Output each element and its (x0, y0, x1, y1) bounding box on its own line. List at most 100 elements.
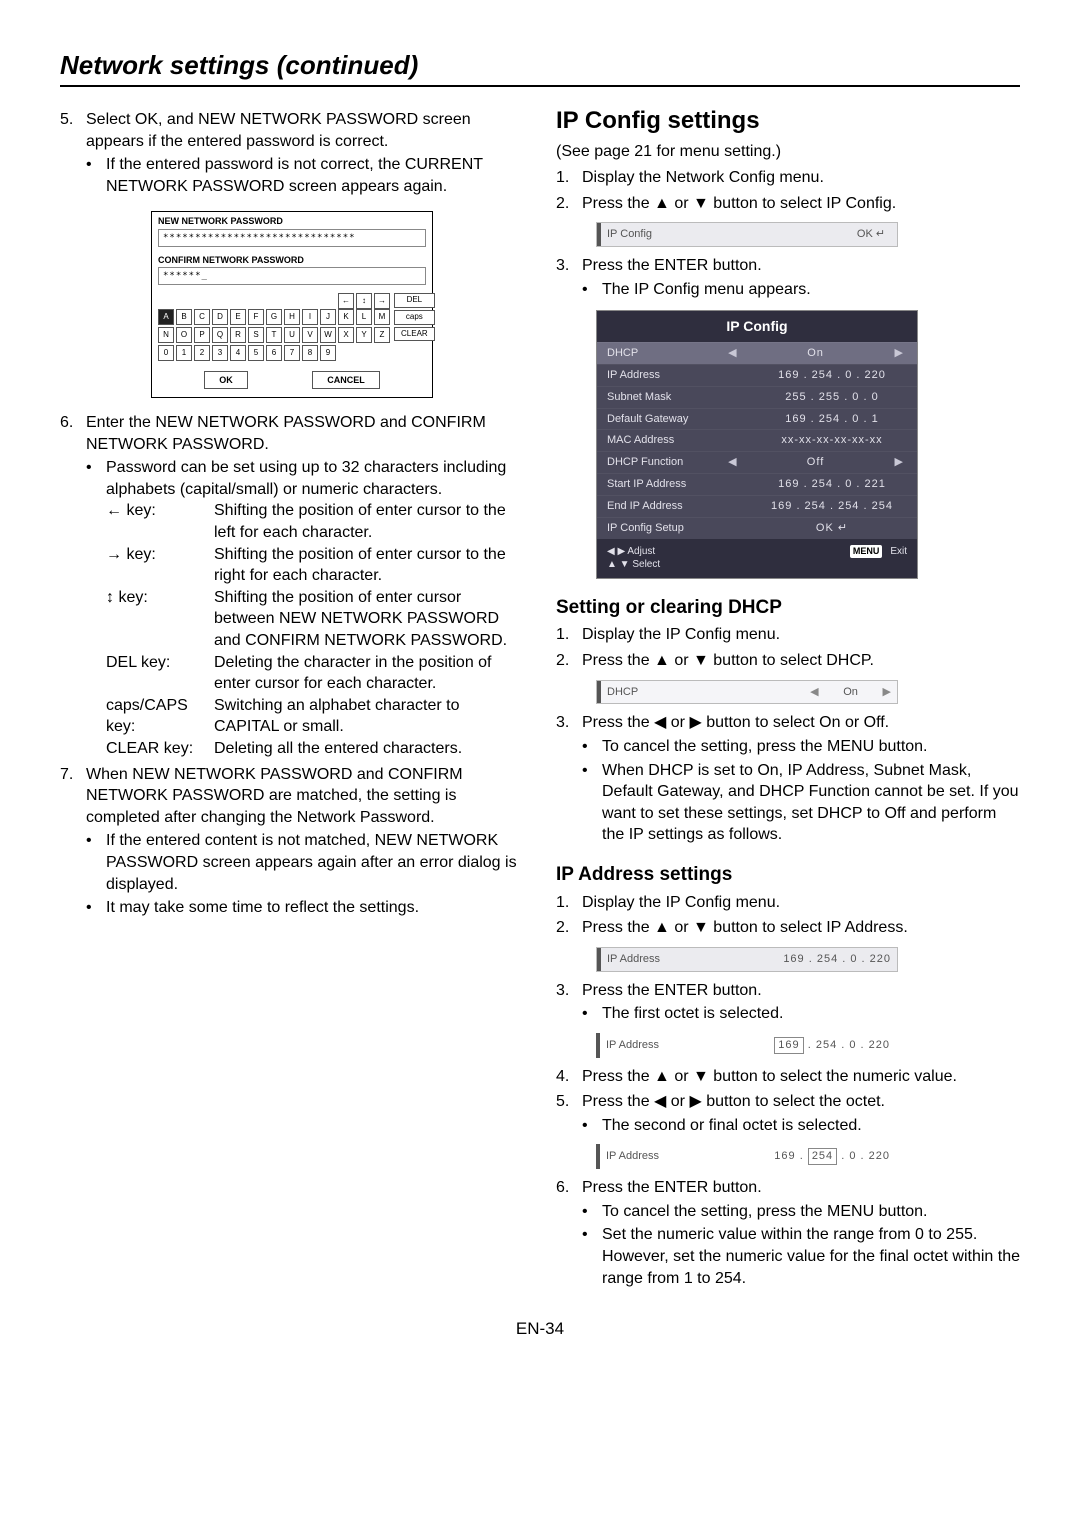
octet-box[interactable]: 254 (808, 1148, 837, 1165)
key-right-icon[interactable]: → (374, 293, 390, 309)
panel-row-val: On (741, 346, 891, 361)
keydesc: Shifting the position of enter cursor be… (214, 587, 524, 652)
i6-text: Press the ENTER button. (582, 1177, 762, 1199)
key[interactable]: Q (212, 327, 228, 343)
new-pw-field[interactable]: ****************************** (158, 229, 426, 247)
footer-adjust: ◀ ▶ Adjust (607, 545, 655, 559)
left-arrow-icon[interactable]: ◀ (804, 685, 824, 700)
key[interactable]: H (284, 309, 300, 325)
step5-num: 5. (60, 109, 86, 152)
menu-row-ip2[interactable]: IP Address 169 . 254 . 0 . 220 (596, 1033, 896, 1058)
key[interactable]: P (194, 327, 210, 343)
right-arrow-icon[interactable]: ▶ (891, 346, 907, 361)
i4-text: Press the ▲ or ▼ button to select the nu… (582, 1066, 957, 1088)
panel-row-dhcp[interactable]: DHCP ◀ On ▶ (597, 342, 917, 364)
octet-pre: 169 . (774, 1150, 803, 1162)
caps-button[interactable]: caps (394, 310, 435, 325)
page-number: EN-34 (60, 1319, 1020, 1339)
panel-row-name: DHCP (607, 346, 724, 361)
clear-button[interactable]: CLEAR (394, 327, 435, 342)
cancel-button[interactable]: CANCEL (312, 371, 380, 389)
panel-row[interactable]: DHCP Function ◀ Off ▶ (597, 451, 917, 473)
key[interactable]: N (158, 327, 174, 343)
menu-row-val: 169 . 254 . 0 . 220 (768, 1144, 896, 1169)
d2-text: Press the ▲ or ▼ button to select DHCP. (582, 650, 874, 672)
i3-bullet: The first octet is selected. (602, 1003, 1020, 1025)
panel-row[interactable]: IP Config SetupOK ↵ (597, 517, 917, 539)
key[interactable]: W (320, 327, 336, 343)
panel-row-val: 255 . 255 . 0 . 0 (757, 390, 907, 405)
right-arrow-icon[interactable]: ▶ (877, 685, 897, 700)
key[interactable]: 5 (248, 345, 264, 361)
menu-row-ipconfig[interactable]: IP Config OK ↵ (596, 222, 898, 247)
panel-row[interactable]: IP Address169 . 254 . 0 . 220 (597, 364, 917, 386)
key[interactable]: S (248, 327, 264, 343)
key[interactable]: A (158, 309, 174, 325)
step7-text: When NEW NETWORK PASSWORD and CONFIRM NE… (86, 764, 524, 829)
d3-b1: To cancel the setting, press the MENU bu… (602, 736, 1020, 758)
key[interactable]: 6 (266, 345, 282, 361)
key[interactable]: G (266, 309, 282, 325)
step6-bullet: Password can be set using up to 32 chara… (106, 457, 524, 500)
left-arrow-icon[interactable]: ◀ (724, 346, 740, 361)
key[interactable]: O (176, 327, 192, 343)
confirm-pw-field[interactable]: ******_ (158, 267, 426, 285)
bullet-icon: • (582, 760, 602, 846)
menu-row-ip1[interactable]: IP Address 169 . 254 . 0 . 220 (596, 947, 898, 972)
menu-row-ip3[interactable]: IP Address 169 . 254 . 0 . 220 (596, 1144, 896, 1169)
key[interactable]: I (302, 309, 318, 325)
i6-num: 6. (556, 1177, 582, 1199)
key-left-icon[interactable]: ← (338, 293, 354, 309)
key[interactable]: T (266, 327, 282, 343)
key[interactable]: K (338, 309, 354, 325)
key[interactable]: M (374, 309, 390, 325)
left-arrow-icon[interactable]: ◀ (724, 455, 740, 470)
menu-button[interactable]: MENU (850, 545, 883, 557)
key[interactable]: 1 (176, 345, 192, 361)
key-updown-icon[interactable]: ↕ (356, 293, 372, 309)
key[interactable]: F (248, 309, 264, 325)
key[interactable]: D (212, 309, 228, 325)
key[interactable]: U (284, 327, 300, 343)
r-s3-num: 3. (556, 255, 582, 277)
panel-row[interactable]: MAC Addressxx-xx-xx-xx-xx-xx (597, 429, 917, 451)
panel-row-val: 169 . 254 . 254 . 254 (757, 499, 907, 514)
keydesc: Shifting the position of enter cursor to… (214, 544, 524, 587)
panel-row-val: 169 . 254 . 0 . 1 (757, 412, 907, 427)
key[interactable]: V (302, 327, 318, 343)
key[interactable]: 4 (230, 345, 246, 361)
bullet-icon: • (582, 1003, 602, 1025)
key[interactable]: 8 (302, 345, 318, 361)
key[interactable]: 2 (194, 345, 210, 361)
menu-row-name: DHCP (607, 681, 804, 704)
menu-row-dhcp[interactable]: DHCP ◀ On ▶ (596, 680, 898, 705)
key[interactable]: 3 (212, 345, 228, 361)
ipaddr-heading: IP Address settings (556, 862, 1020, 888)
panel-row[interactable]: Start IP Address169 . 254 . 0 . 221 (597, 473, 917, 495)
del-button[interactable]: DEL (394, 293, 435, 308)
key[interactable]: Z (374, 327, 390, 343)
key[interactable]: C (194, 309, 210, 325)
panel-row[interactable]: Default Gateway169 . 254 . 0 . 1 (597, 408, 917, 430)
key[interactable]: Y (356, 327, 372, 343)
page-title: Network settings (continued) (60, 50, 1020, 87)
panel-row-name: Default Gateway (607, 412, 757, 427)
key[interactable]: 7 (284, 345, 300, 361)
menu-row-val: On (825, 681, 877, 704)
ok-button[interactable]: OK (204, 371, 248, 389)
key[interactable]: R (230, 327, 246, 343)
panel-row[interactable]: End IP Address169 . 254 . 254 . 254 (597, 495, 917, 517)
key[interactable]: E (230, 309, 246, 325)
key[interactable]: 0 (158, 345, 174, 361)
panel-row[interactable]: Subnet Mask255 . 255 . 0 . 0 (597, 386, 917, 408)
onscreen-keyboard[interactable]: ← ↕ → A B C D E F G H (158, 293, 390, 363)
panel-row-name: End IP Address (607, 499, 757, 514)
keylabel: → key: (106, 544, 214, 587)
key[interactable]: L (356, 309, 372, 325)
key[interactable]: X (338, 327, 354, 343)
octet-box[interactable]: 169 (774, 1037, 803, 1054)
right-arrow-icon[interactable]: ▶ (891, 455, 907, 470)
key[interactable]: B (176, 309, 192, 325)
key[interactable]: J (320, 309, 336, 325)
key[interactable]: 9 (320, 345, 336, 361)
